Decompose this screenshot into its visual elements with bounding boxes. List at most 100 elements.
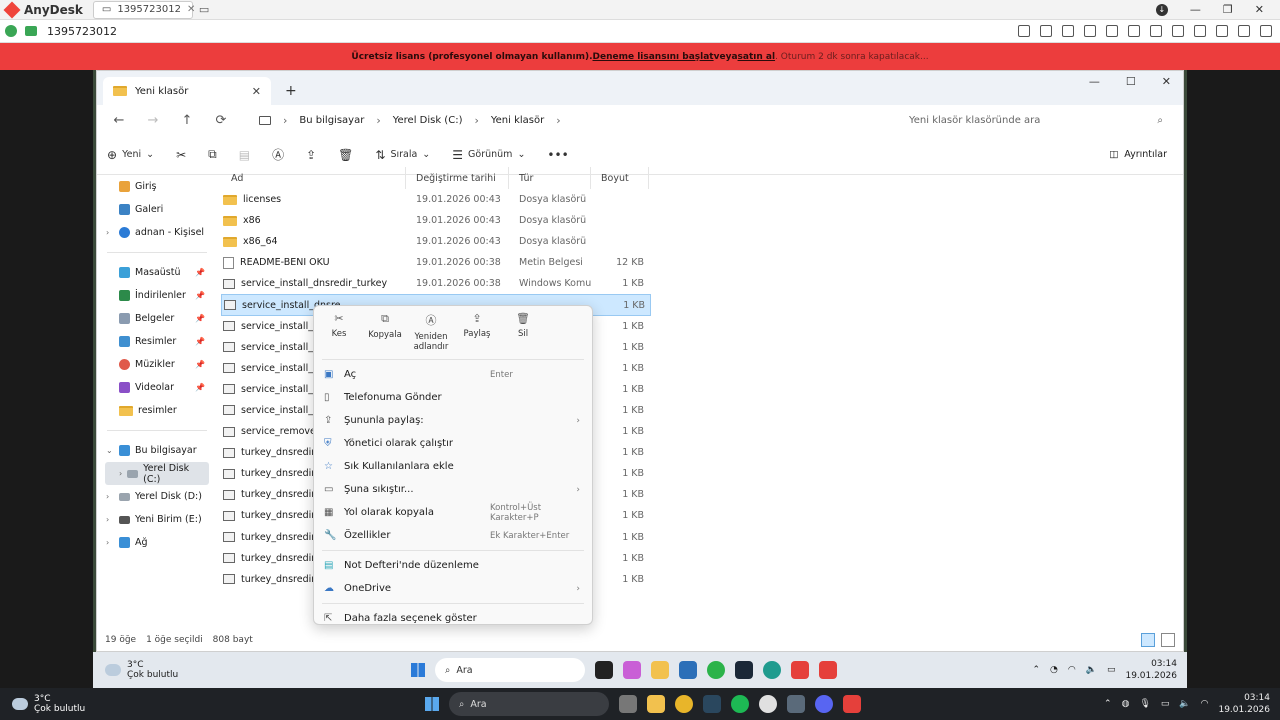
sidebar-item-documents[interactable]: Belgeler 📌 (97, 307, 217, 330)
share-button[interactable]: ⇪ (306, 148, 316, 162)
maximize-button[interactable]: ☐ (1126, 75, 1136, 88)
refresh-icon[interactable]: ⟳ (211, 113, 231, 128)
pin-icon[interactable]: 📌 (195, 314, 205, 323)
clock[interactable]: 03:14 19.01.2026 (1218, 692, 1270, 716)
menu-item-add-favorites[interactable]: ☆ Sık Kullanılanlara ekle (314, 455, 592, 478)
menu-item-onedrive[interactable]: ☁ OneDrive › (314, 577, 592, 600)
paste-button[interactable]: ▤ (239, 148, 250, 162)
sidebar-item-onedrive[interactable]: › adnan - Kişisel (97, 221, 217, 244)
sidebar-item-videos[interactable]: Videolar 📌 (97, 376, 217, 399)
close-button[interactable]: ✕ (1255, 3, 1264, 16)
sidebar-item-network[interactable]: › Ağ (97, 531, 217, 554)
tool-icon[interactable] (1040, 25, 1052, 37)
more-options-button[interactable]: ••• (547, 148, 568, 162)
sidebar-item-desktop[interactable]: Masaüstü 📌 (97, 261, 217, 284)
chevron-up-icon[interactable]: ⌃ (1032, 665, 1040, 675)
menu-item-run-as-admin[interactable]: ⛨ Yönetici olarak çalıştır (314, 432, 592, 455)
weather-widget[interactable]: 3°C Çok bulutlu (0, 694, 85, 714)
copy-button[interactable]: ⧉ (208, 147, 217, 162)
menu-item-notepad-edit[interactable]: ▤ Not Defteri'nde düzenleme (314, 554, 592, 577)
table-row[interactable]: x86_64 19.01.2026 00:43 Dosya klasörü (221, 231, 651, 252)
anydesk-icon[interactable] (791, 661, 809, 679)
battery-icon[interactable]: ▭ (1107, 665, 1116, 675)
forward-arrow-icon[interactable]: → (143, 113, 163, 128)
chevron-right-icon[interactable]: › (106, 515, 109, 524)
chrome-icon[interactable] (759, 695, 777, 713)
close-tab-icon[interactable]: ✕ (252, 85, 261, 98)
add-tab-button[interactable]: + (285, 83, 297, 99)
details-view-icon[interactable] (1141, 633, 1155, 647)
tool-icon[interactable] (1194, 25, 1206, 37)
windows-start-icon[interactable] (425, 697, 439, 711)
table-row[interactable]: service_install_dnsredir_turkey 19.01.202… (221, 273, 651, 294)
details-button[interactable]: ◫ Ayrıntılar (1109, 149, 1167, 160)
menu-item-share-with[interactable]: ⇪ Şununla paylaş: › (314, 409, 592, 432)
anydesk-icon[interactable] (843, 695, 861, 713)
minimize-button[interactable]: — (1190, 3, 1201, 16)
chrome-icon[interactable] (675, 695, 693, 713)
tool-icon[interactable] (1128, 25, 1140, 37)
breadcrumb-item[interactable]: Bu bilgisayar (299, 115, 364, 126)
buy-link[interactable]: satın al (738, 52, 776, 62)
tiles-view-icon[interactable] (1161, 633, 1175, 647)
tray-app-icon[interactable]: ◍ (1122, 699, 1130, 709)
chevron-right-icon[interactable]: › (474, 114, 478, 127)
tool-icon[interactable] (1106, 25, 1118, 37)
sidebar-item-home[interactable]: Giriş (97, 175, 217, 198)
sidebar-item-drive-d[interactable]: › Yerel Disk (D:) (97, 485, 217, 508)
steam-icon[interactable] (735, 661, 753, 679)
sidebar-item-this-pc[interactable]: ⌄ Bu bilgisayar (97, 439, 217, 462)
maximize-button[interactable]: ❐ (1223, 3, 1233, 16)
wifi-icon[interactable]: ◠ (1201, 699, 1209, 709)
anydesk-icon[interactable] (819, 661, 837, 679)
rename-button[interactable]: Ⓐ (272, 146, 284, 163)
copy-action[interactable]: ⧉ Kopyala (362, 306, 408, 356)
sidebar-item-downloads[interactable]: İndirilenler 📌 (97, 284, 217, 307)
copilot-icon[interactable] (623, 661, 641, 679)
breadcrumb-item[interactable]: Yeni klasör (491, 115, 544, 126)
sidebar-item-resimler[interactable]: resimler (97, 399, 217, 422)
table-row[interactable]: licenses 19.01.2026 00:43 Dosya klasörü (221, 189, 651, 210)
display-icon[interactable]: ▭ (1161, 699, 1170, 709)
network-icon[interactable]: ◔ (1050, 665, 1058, 675)
clock[interactable]: 03:14 19.01.2026 (1125, 658, 1177, 682)
new-button[interactable]: ⊕ Yeni ⌄ (107, 148, 154, 162)
weather-widget[interactable]: 3°C Çok bulutlu (93, 660, 178, 680)
chevron-right-icon[interactable]: › (556, 114, 560, 127)
tool-icon[interactable] (1018, 25, 1030, 37)
rename-action[interactable]: Ⓐ Yeniden adlandır (408, 306, 454, 356)
discord-icon[interactable] (815, 695, 833, 713)
sidebar-item-drive-e[interactable]: › Yeni Birim (E:) (97, 508, 217, 531)
pin-icon[interactable]: 📌 (195, 360, 205, 369)
chevron-right-icon[interactable]: › (106, 538, 109, 547)
menu-item-properties[interactable]: 🔧 Özellikler Ek Karakter+Enter (314, 524, 592, 547)
menu-item-more-options[interactable]: ⇱ Daha fazla seçenek göster (314, 607, 592, 630)
chevron-right-icon[interactable]: › (106, 492, 109, 501)
delete-action[interactable]: 🗑 Sil (500, 306, 546, 356)
taskbar-search[interactable]: ⌕ Ara (449, 692, 609, 716)
pin-icon[interactable]: 📌 (195, 383, 205, 392)
taskbar-search[interactable]: ⌕ Ara (435, 658, 585, 682)
chevron-up-icon[interactable]: ⌃ (1104, 699, 1112, 709)
microphone-icon[interactable]: 🎙 (1139, 699, 1150, 709)
sidebar-item-music[interactable]: Müzikler 📌 (97, 353, 217, 376)
task-view-icon[interactable] (595, 661, 613, 679)
column-type[interactable]: Tür (509, 167, 591, 189)
file-explorer-icon[interactable] (651, 661, 669, 679)
sidebar-item-gallery[interactable]: Galeri (97, 198, 217, 221)
remote-address[interactable]: 1395723012 (47, 25, 117, 38)
star-icon[interactable] (1084, 25, 1096, 37)
menu-item-open[interactable]: ▣ Aç Enter (314, 363, 592, 386)
back-arrow-icon[interactable]: ← (109, 113, 129, 128)
menu-item-compress-to[interactable]: ▭ Şuna sıkıştır... › (314, 478, 592, 501)
pin-icon[interactable]: 📌 (195, 291, 205, 300)
tool-icon[interactable] (1260, 25, 1272, 37)
download-icon[interactable]: ↓ (1155, 3, 1168, 16)
tool-icon[interactable] (1150, 25, 1162, 37)
chevron-right-icon[interactable]: › (376, 114, 380, 127)
share-action[interactable]: ⇪ Paylaş (454, 306, 500, 356)
app-icon[interactable] (787, 695, 805, 713)
menu-item-copy-as-path[interactable]: ▦ Yol olarak kopyala Kontrol+Üst Karakter+… (314, 501, 592, 524)
view-button[interactable]: ☰ Görünüm ⌄ (452, 148, 525, 162)
table-row[interactable]: x86 19.01.2026 00:43 Dosya klasörü (221, 210, 651, 231)
